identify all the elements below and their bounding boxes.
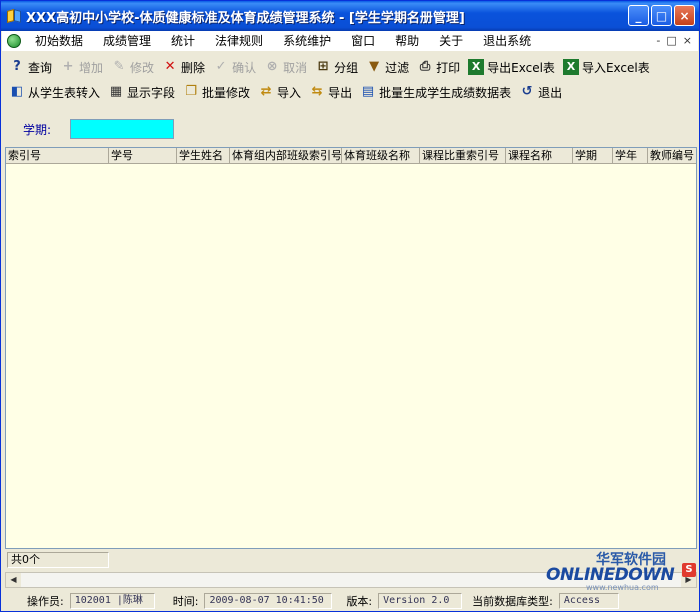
col-header-student-name[interactable]: 学生姓名 bbox=[177, 148, 230, 164]
delete-button[interactable]: ✕ 删除 bbox=[158, 56, 209, 78]
col-header-pe-class-name[interactable]: 体育班级名称 bbox=[342, 148, 420, 164]
import-button[interactable]: ⇄ 导入 bbox=[254, 81, 305, 103]
exit-button[interactable]: ↺ 退出 bbox=[515, 81, 566, 103]
export-icon: ⇆ bbox=[311, 84, 323, 99]
filter-row: 学期: bbox=[1, 113, 700, 145]
semester-label: 学期: bbox=[23, 123, 52, 137]
menu-window[interactable]: 窗口 bbox=[341, 31, 385, 51]
query-icon: ? bbox=[13, 59, 21, 74]
system-menu-icon[interactable] bbox=[7, 34, 21, 48]
count-bar: 共0个 bbox=[5, 551, 697, 569]
mdi-minimize-button[interactable]: - bbox=[656, 34, 660, 47]
menu-initial-data[interactable]: 初始数据 bbox=[25, 31, 93, 51]
transfer-from-students-button[interactable]: ◧ 从学生表转入 bbox=[5, 81, 104, 103]
add-icon: + bbox=[62, 59, 74, 74]
db-type-label: 当前数据库类型: bbox=[472, 595, 553, 608]
batch-edit-button[interactable]: ❐ 批量修改 bbox=[179, 81, 254, 103]
group-button[interactable]: ⊞ 分组 bbox=[311, 56, 362, 78]
export-button[interactable]: ⇆ 导出 bbox=[305, 81, 356, 103]
fields-icon: ▦ bbox=[109, 84, 123, 99]
maximize-button[interactable]: □ bbox=[651, 5, 672, 26]
app-book-icon bbox=[6, 8, 22, 24]
cancel-icon: ⊗ bbox=[266, 59, 278, 74]
scroll-left-icon[interactable]: ◀ bbox=[6, 573, 21, 587]
operator-label: 操作员: bbox=[27, 595, 64, 608]
horizontal-scrollbar[interactable]: ◀ ▶ bbox=[5, 572, 697, 588]
col-header-student-id[interactable]: 学号 bbox=[109, 148, 177, 164]
scroll-right-icon[interactable]: ▶ bbox=[681, 573, 696, 587]
batch-edit-icon: ❐ bbox=[185, 84, 197, 99]
grid-header: 索引号 学号 学生姓名 体育组内部班级索引号 体育班级名称 课程比重索引号 课程… bbox=[6, 148, 696, 164]
data-grid[interactable]: 索引号 学号 学生姓名 体育组内部班级索引号 体育班级名称 课程比重索引号 课程… bbox=[5, 147, 697, 549]
col-header-course-name[interactable]: 课程名称 bbox=[506, 148, 573, 164]
version-label: 版本: bbox=[346, 595, 373, 608]
col-header-semester[interactable]: 学期 bbox=[573, 148, 613, 164]
batch-generate-icon: ▤ bbox=[361, 84, 375, 99]
confirm-icon: ✓ bbox=[215, 59, 227, 74]
toolbar-main: ? 查询 + 增加 ✎ 修改 ✕ 删除 ✓ 确认 ⊗ 取消 ⊞ 分组 ▼ 过滤 ⎙ 打印 X 导出E… bbox=[5, 55, 654, 79]
transfer-icon: ◧ bbox=[10, 84, 24, 99]
semester-input[interactable] bbox=[70, 119, 174, 139]
add-button[interactable]: + 增加 bbox=[56, 56, 107, 78]
import-excel-button[interactable]: X 导入Excel表 bbox=[559, 56, 654, 78]
excel-import-icon: X bbox=[562, 59, 579, 75]
menu-statistics[interactable]: 统计 bbox=[161, 31, 205, 51]
mdi-close-button[interactable]: × bbox=[683, 34, 692, 47]
export-excel-button[interactable]: X 导出Excel表 bbox=[464, 56, 559, 78]
import-icon: ⇄ bbox=[260, 84, 272, 99]
operator-value: 102001 |陈琳 bbox=[69, 593, 155, 609]
status-bar: 操作员: 102001 |陈琳 时间: 2009-08-07 10:41:50 … bbox=[1, 591, 700, 611]
show-fields-button[interactable]: ▦ 显示字段 bbox=[104, 81, 179, 103]
col-header-pe-class-index[interactable]: 体育组内部班级索引号 bbox=[230, 148, 342, 164]
menu-about[interactable]: 关于 bbox=[429, 31, 473, 51]
batch-generate-button[interactable]: ▤ 批量生成学生成绩数据表 bbox=[356, 81, 515, 103]
confirm-button[interactable]: ✓ 确认 bbox=[209, 56, 260, 78]
record-count: 共0个 bbox=[7, 552, 109, 568]
toolbar-secondary: ◧ 从学生表转入 ▦ 显示字段 ❐ 批量修改 ⇄ 导入 ⇆ 导出 ▤ 批量生成学生成绩数据表… bbox=[5, 80, 566, 104]
delete-icon: ✕ bbox=[164, 59, 176, 74]
cancel-button[interactable]: ⊗ 取消 bbox=[260, 56, 311, 78]
menu-bar: 初始数据 成绩管理 统计 法律规则 系统维护 窗口 帮助 关于 退出系统 - □… bbox=[2, 31, 698, 51]
excel-export-icon: X bbox=[468, 59, 485, 75]
main-window: XXX高初中小学校-体质健康标准及体育成绩管理系统 - [学生学期名册管理] _… bbox=[0, 0, 700, 612]
time-value: 2009-08-07 10:41:50 bbox=[204, 593, 333, 609]
exit-icon: ↺ bbox=[521, 84, 533, 99]
db-type-value: Access bbox=[558, 593, 619, 609]
print-button[interactable]: ⎙ 打印 bbox=[413, 56, 464, 78]
print-icon: ⎙ bbox=[419, 59, 431, 74]
query-button[interactable]: ? 查询 bbox=[5, 56, 56, 78]
filter-button[interactable]: ▼ 过滤 bbox=[362, 56, 413, 78]
group-icon: ⊞ bbox=[317, 59, 329, 74]
menu-exit-system[interactable]: 退出系统 bbox=[473, 31, 541, 51]
menu-score-management[interactable]: 成绩管理 bbox=[93, 31, 161, 51]
col-header-teacher-id[interactable]: 教师编号 bbox=[648, 148, 696, 164]
window-title: XXX高初中小学校-体质健康标准及体育成绩管理系统 - [学生学期名册管理] bbox=[26, 10, 465, 26]
col-header-index[interactable]: 索引号 bbox=[6, 148, 109, 164]
time-label: 时间: bbox=[172, 595, 199, 608]
title-bar[interactable]: XXX高初中小学校-体质健康标准及体育成绩管理系统 - [学生学期名册管理] _… bbox=[1, 1, 699, 31]
col-header-school-year[interactable]: 学年 bbox=[613, 148, 648, 164]
col-header-course-weight-index[interactable]: 课程比重索引号 bbox=[420, 148, 506, 164]
menu-laws-rules[interactable]: 法律规则 bbox=[205, 31, 273, 51]
menu-help[interactable]: 帮助 bbox=[385, 31, 429, 51]
menu-system-maintenance[interactable]: 系统维护 bbox=[273, 31, 341, 51]
mdi-restore-button[interactable]: □ bbox=[666, 34, 676, 47]
filter-icon: ▼ bbox=[369, 59, 380, 74]
version-value: Version 2.0 bbox=[378, 593, 463, 609]
edit-button[interactable]: ✎ 修改 bbox=[107, 56, 158, 78]
minimize-button[interactable]: _ bbox=[628, 5, 649, 26]
close-button[interactable]: × bbox=[674, 5, 695, 26]
edit-icon: ✎ bbox=[113, 59, 125, 74]
